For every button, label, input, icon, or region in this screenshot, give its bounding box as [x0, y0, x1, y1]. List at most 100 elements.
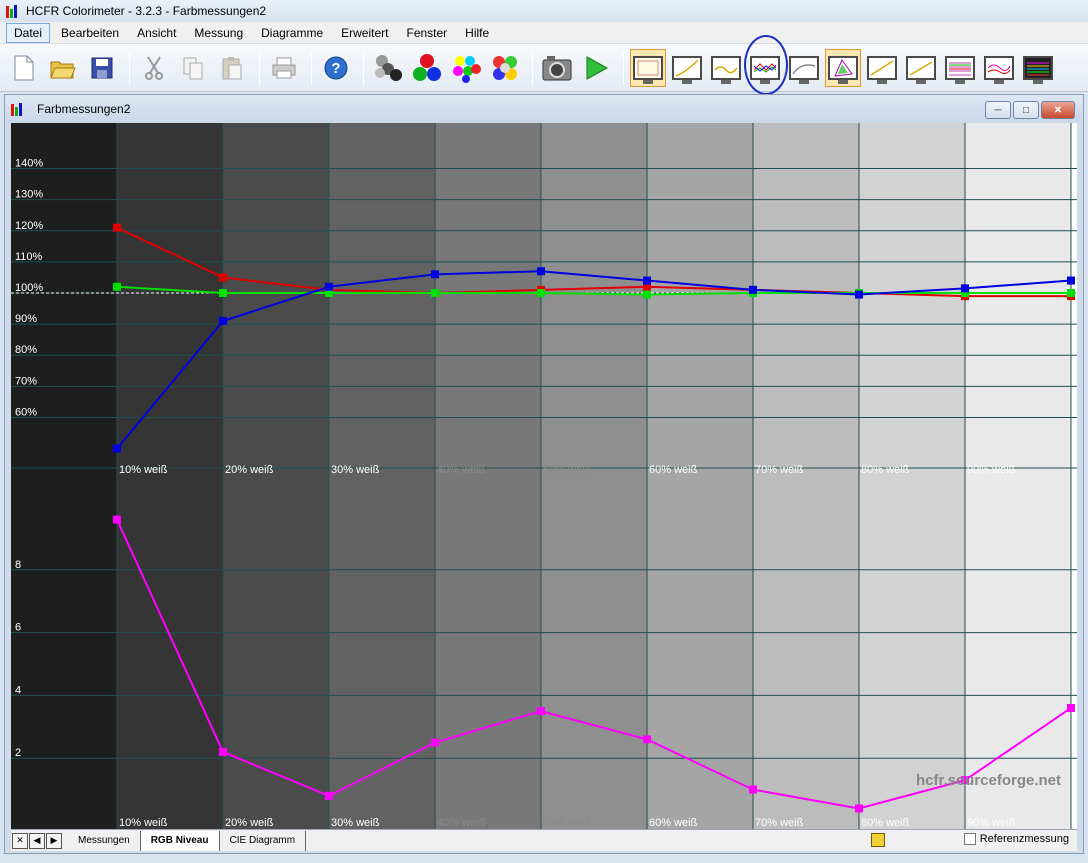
reference-checkbox[interactable]: Referenzmessung [963, 833, 1069, 845]
open-folder-icon[interactable] [45, 49, 81, 87]
toolbar-separator [129, 50, 130, 85]
y-tick-label: 90% [15, 313, 37, 325]
menu-fenster[interactable]: Fenster [399, 24, 454, 42]
menu-ansicht[interactable]: Ansicht [130, 24, 183, 42]
blue-series-point [219, 317, 227, 325]
save-icon[interactable] [84, 49, 120, 87]
minimize-button[interactable]: ─ [985, 101, 1011, 119]
blue-series-point [431, 270, 439, 279]
document-logo-icon [11, 102, 25, 116]
status-indicator-icon [871, 833, 885, 847]
blue-series-point [325, 282, 333, 291]
category-label: 10% weiß [119, 817, 168, 829]
menu-datei[interactable]: Datei [6, 22, 51, 43]
window-title: HCFR Colorimeter - 3.2.3 - Farbmessungen… [26, 4, 267, 18]
toolbar: ? [0, 34, 1088, 95]
color-palette-icon[interactable] [448, 49, 484, 87]
category-label: 20% weiß [225, 464, 274, 476]
app-window: HCFR Colorimeter - 3.2.3 - Farbmessungen… [0, 0, 1088, 863]
category-label: 80% weiß [861, 817, 910, 829]
toolbar-separator [532, 50, 533, 85]
gray-band [859, 123, 965, 829]
play-icon[interactable] [578, 49, 614, 87]
blue-series-point [1067, 276, 1075, 285]
graph-measures-icon[interactable] [1020, 49, 1056, 87]
y-tick-label: 6 [15, 622, 21, 634]
rgb-spheres-icon[interactable] [409, 49, 445, 87]
toolbar-separator [623, 50, 624, 85]
paste-icon[interactable] [214, 49, 250, 87]
graph-rgb-level-icon[interactable] [744, 34, 788, 95]
tab-rgb-niveau[interactable]: RGB Niveau [140, 830, 220, 851]
gray-band [1071, 123, 1077, 829]
graph-luminance-icon[interactable] [708, 49, 744, 87]
y-tick-label: 70% [15, 375, 37, 387]
new-document-icon[interactable] [6, 49, 42, 87]
menu-messung[interactable]: Messung [187, 24, 250, 42]
menu-erweitert[interactable]: Erweitert [334, 24, 395, 42]
green-series-point [643, 290, 651, 299]
magenta-series-point [431, 738, 439, 747]
blue-series-point [961, 284, 969, 293]
green-series-point [1067, 289, 1075, 297]
y-tick-label: 140% [15, 158, 43, 170]
tab-prev-icon[interactable]: ◀ [29, 832, 45, 849]
tab-next-icon[interactable]: ▶ [46, 832, 62, 849]
y-tick-label: 100% [15, 282, 43, 294]
print-icon[interactable] [266, 49, 302, 87]
green-series-point [219, 289, 227, 297]
blue-series-point [855, 290, 863, 299]
blue-series-point [749, 285, 757, 294]
multi-color-icon[interactable] [487, 49, 523, 87]
menu-diagramme[interactable]: Diagramme [254, 24, 330, 42]
tab-messungen[interactable]: Messungen [68, 830, 141, 851]
tab-cie-diagramm[interactable]: CIE Diagramm [220, 830, 307, 851]
document-title: Farbmessungen2 [37, 102, 131, 116]
menu-hilfe[interactable]: Hilfe [458, 24, 496, 42]
close-button[interactable]: ✕ [1041, 101, 1075, 119]
blue-series-point [537, 267, 545, 276]
green-series-point [537, 289, 545, 297]
graph-cie-icon[interactable] [825, 48, 861, 87]
sheet-tab-bar: ✕ ◀ ▶ Messungen RGB Niveau CIE Diagramm … [11, 829, 1077, 851]
category-label: 40% weiß [437, 464, 486, 476]
gray-band [117, 123, 223, 829]
maximize-button[interactable]: □ [1013, 101, 1039, 119]
gray-spheres-icon[interactable] [370, 49, 406, 87]
y-tick-label: 130% [15, 189, 43, 201]
graph-gamma-icon[interactable] [669, 49, 705, 87]
help-icon[interactable]: ? [318, 49, 354, 87]
camera-icon[interactable] [539, 49, 575, 87]
menu-bearbeiten[interactable]: Bearbeiten [54, 24, 126, 42]
cut-icon[interactable] [136, 49, 172, 87]
category-label: 60% weiß [649, 464, 698, 476]
graph-overview-icon[interactable] [630, 48, 666, 87]
menu-bar: Datei Bearbeiten Ansicht Messung Diagram… [0, 22, 1088, 44]
document-title-bar[interactable]: Farbmessungen2 ─ □ ✕ [5, 95, 1083, 123]
category-label: 20% weiß [225, 817, 274, 829]
magenta-series-point [219, 747, 227, 756]
graph-sat-luminance-icon[interactable] [942, 49, 978, 87]
category-label: 10% weiß [119, 464, 168, 476]
graph-saturation-icon[interactable] [864, 49, 900, 87]
app-logo-icon [6, 4, 20, 18]
graph-color-temp-icon[interactable] [786, 49, 822, 87]
gray-band [329, 123, 435, 829]
graph-deltae-icon[interactable] [903, 49, 939, 87]
category-label: 40% weiß [437, 817, 486, 829]
magenta-series-point [113, 515, 121, 524]
checkbox-icon[interactable] [963, 833, 976, 845]
document-window: Farbmessungen2 ─ □ ✕ 60% 70% 80% 90% 100% 110… [4, 94, 1084, 854]
category-label: 30% weiß [331, 464, 380, 476]
gray-band [223, 123, 329, 829]
copy-icon[interactable] [175, 49, 211, 87]
graph-sat-shift-icon[interactable] [981, 49, 1017, 87]
toolbar-separator [363, 50, 364, 85]
title-bar[interactable]: HCFR Colorimeter - 3.2.3 - Farbmessungen… [0, 0, 1088, 22]
gray-band [647, 123, 753, 829]
gray-band [753, 123, 859, 829]
tab-close-button[interactable]: ✕ [12, 832, 28, 849]
magenta-series-point [643, 735, 651, 744]
y-tick-label: 120% [15, 220, 43, 232]
red-series-point [219, 273, 227, 282]
